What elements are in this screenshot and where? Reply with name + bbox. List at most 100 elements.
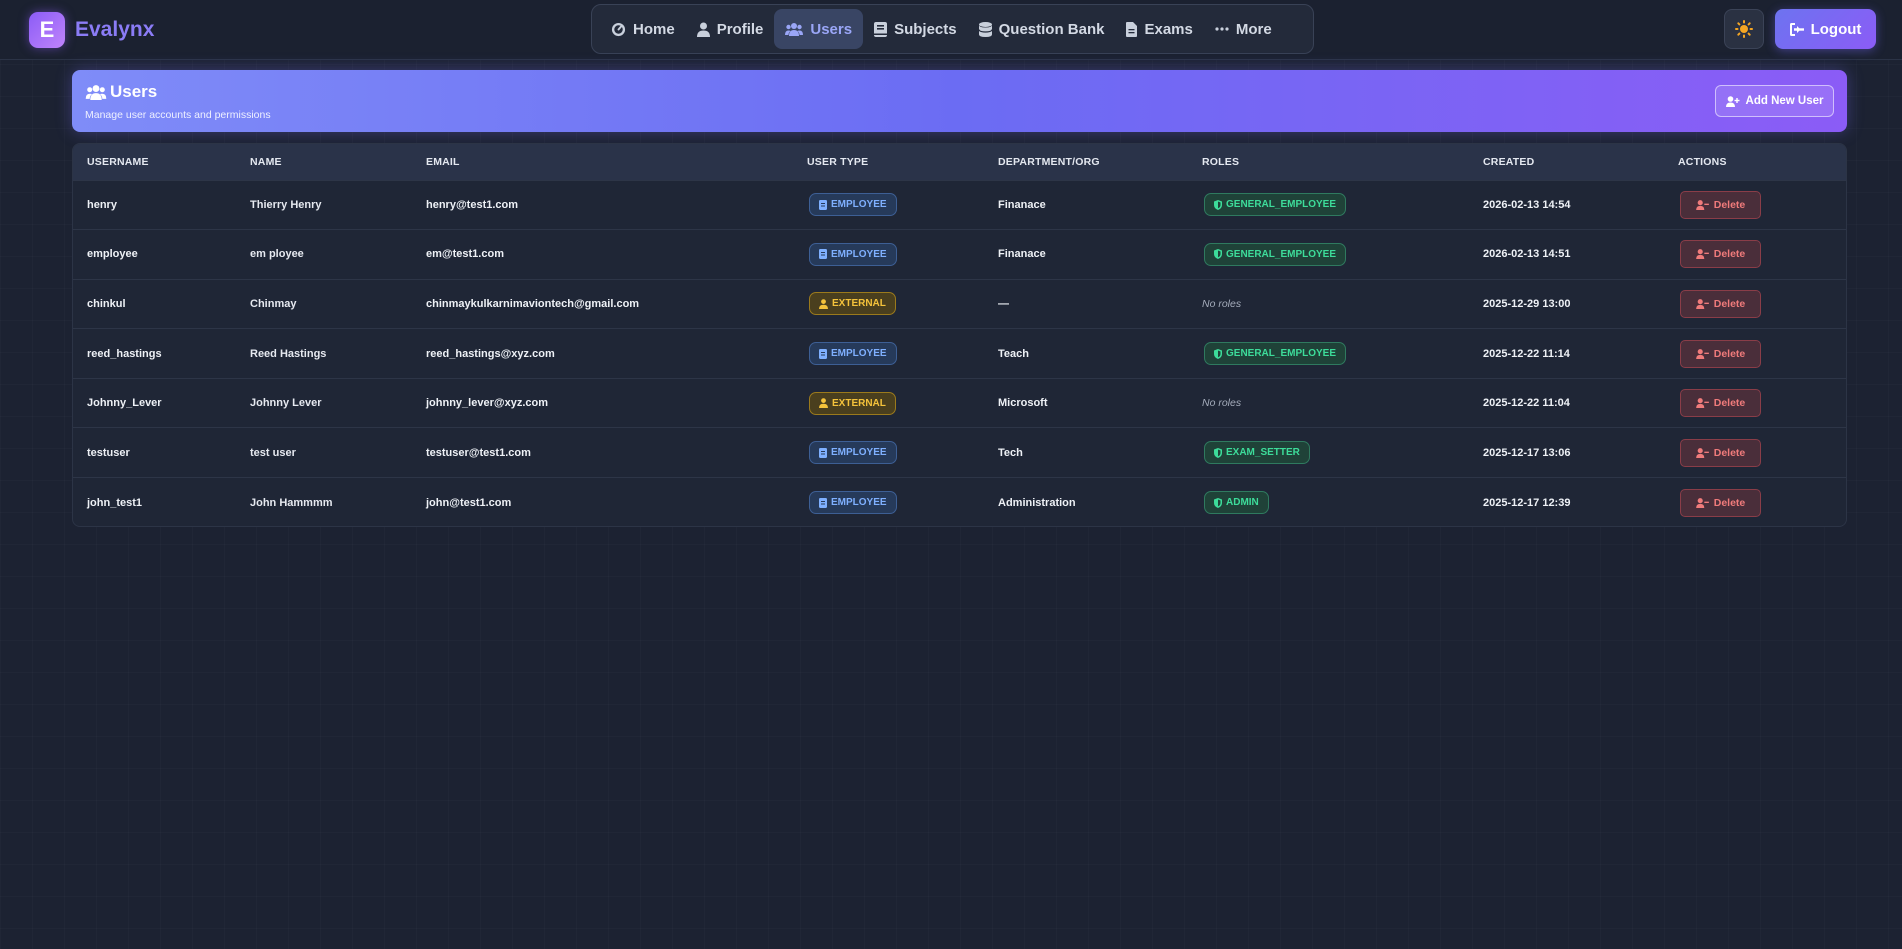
cell-name: Thierry Henry <box>250 198 322 211</box>
cell-created: 2025-12-17 12:39 <box>1483 496 1571 509</box>
delete-user-button[interactable]: Delete <box>1680 190 1761 219</box>
cell-actions: Delete <box>1664 230 1846 280</box>
role-badge: EXAM_SETTER <box>1204 441 1310 465</box>
id-card-icon <box>819 249 827 260</box>
user-minus-icon <box>1695 249 1709 260</box>
person-icon <box>819 398 828 409</box>
cell-email: em@test1.com <box>426 248 504 261</box>
book-icon <box>874 21 888 37</box>
delete-user-button[interactable]: Delete <box>1680 240 1761 269</box>
table-row[interactable]: john_test1 John Hammmm john@test1.com EM… <box>73 477 1846 526</box>
user-icon <box>696 22 710 37</box>
cell-department: Teach <box>998 347 1029 360</box>
cell-created: 2026-02-13 14:54 <box>1483 198 1571 211</box>
nav-item-label: Users <box>810 20 853 38</box>
table-row[interactable]: reed_hastings Reed Hastings reed_hasting… <box>73 328 1846 379</box>
user-minus-icon <box>1695 348 1709 359</box>
cell-email: reed_hastings@xyz.com <box>426 347 555 360</box>
top-navbar: E Evalynx Home Profile Users Subjects Qu… <box>0 0 1902 60</box>
cell-department: Finanace <box>998 248 1046 261</box>
cell-email: henry@test1.com <box>426 198 519 211</box>
cell-actions: Delete <box>1664 478 1846 526</box>
column-header-department[interactable]: Department/Org <box>984 144 1188 180</box>
column-header-created[interactable]: Created <box>1469 144 1664 180</box>
table-header-row: Username Name Email User Type Department… <box>73 144 1846 180</box>
table-row[interactable]: Johnny_Lever Johnny Lever johnny_lever@x… <box>73 378 1846 428</box>
shield-icon <box>1214 348 1222 359</box>
column-header-name[interactable]: Name <box>236 144 412 180</box>
cell-email: testuser@test1.com <box>426 446 531 459</box>
delete-user-button[interactable]: Delete <box>1680 289 1761 318</box>
cell-roles: ADMIN <box>1188 478 1469 526</box>
cell-user-type: EXTERNAL <box>793 378 984 428</box>
delete-label: Delete <box>1713 297 1746 310</box>
delete-label: Delete <box>1713 496 1746 509</box>
cell-roles: GENERAL_EMPLOYEE <box>1188 329 1469 379</box>
nav-item-profile[interactable]: Profile <box>686 9 775 49</box>
delete-label: Delete <box>1713 248 1746 261</box>
cell-actions: Delete <box>1664 378 1846 428</box>
logout-button[interactable]: Logout <box>1775 9 1876 49</box>
nav-item-exams[interactable]: Exams <box>1115 9 1203 49</box>
user-type-badge: EMPLOYEE <box>809 491 897 515</box>
nav-item-label: Exams <box>1144 20 1193 38</box>
nav-item-more[interactable]: More <box>1204 9 1283 49</box>
brand[interactable]: E Evalynx <box>29 12 154 48</box>
cell-roles: GENERAL_EMPLOYEE <box>1188 230 1469 280</box>
delete-user-button[interactable]: Delete <box>1680 389 1761 418</box>
cell-roles: No roles <box>1188 378 1469 428</box>
cell-department: Microsoft <box>998 397 1048 410</box>
gauge-icon <box>611 22 626 36</box>
nav-item-users[interactable]: Users <box>774 9 864 49</box>
nav-item-subjects[interactable]: Subjects <box>863 9 968 49</box>
cell-actions: Delete <box>1664 279 1846 329</box>
cell-email: chinmaykulkarnimaviontech@gmail.com <box>426 297 640 310</box>
theme-toggle-button[interactable] <box>1724 9 1764 49</box>
table-row[interactable]: henry Thierry Henry henry@test1.com EMPL… <box>73 180 1846 230</box>
cell-roles: EXAM_SETTER <box>1188 428 1469 478</box>
cell-email: john@test1.com <box>426 496 512 509</box>
shield-icon <box>1214 249 1222 260</box>
nav-item-label: Subjects <box>894 20 957 38</box>
person-icon <box>819 299 828 309</box>
brand-name: Evalynx <box>75 18 155 41</box>
column-header-user-type[interactable]: User Type <box>793 144 984 180</box>
nav-item-label: Question Bank <box>998 20 1105 38</box>
nav-item-question-bank[interactable]: Question Bank <box>968 9 1116 49</box>
cell-roles: GENERAL_EMPLOYEE <box>1188 180 1469 230</box>
delete-user-button[interactable]: Delete <box>1680 488 1761 517</box>
add-user-button[interactable]: Add New User <box>1715 85 1834 117</box>
table-row[interactable]: chinkul Chinmay chinmaykulkarnimaviontec… <box>73 279 1846 329</box>
column-header-username[interactable]: Username <box>73 144 236 180</box>
delete-user-button[interactable]: Delete <box>1680 339 1761 368</box>
delete-user-button[interactable]: Delete <box>1680 438 1761 467</box>
shield-icon <box>1214 447 1222 458</box>
cell-department: Tech <box>998 446 1023 459</box>
logout-label: Logout <box>1810 20 1862 38</box>
cell-email: johnny_lever@xyz.com <box>426 397 548 410</box>
table-row[interactable]: testuser test user testuser@test1.com EM… <box>73 427 1846 478</box>
nav-item-home[interactable]: Home <box>600 9 686 49</box>
page-header: Users Manage user accounts and permissio… <box>72 70 1847 132</box>
cell-department: Finanace <box>998 198 1046 211</box>
page-subtitle: Manage user accounts and permissions <box>85 109 271 121</box>
add-user-label: Add New User <box>1745 95 1824 107</box>
cell-created: 2025-12-22 11:14 <box>1483 347 1570 360</box>
user-type-badge: EXTERNAL <box>809 292 896 316</box>
table-body: henry Thierry Henry henry@test1.com EMPL… <box>73 180 1846 526</box>
column-header-roles[interactable]: Roles <box>1188 144 1469 180</box>
cell-user-type: EMPLOYEE <box>793 478 984 526</box>
cell-user-type: EMPLOYEE <box>793 428 984 478</box>
users-icon <box>785 23 804 36</box>
cell-name: em ployee <box>250 248 304 261</box>
logout-icon <box>1789 22 1804 36</box>
column-header-email[interactable]: Email <box>412 144 793 180</box>
delete-label: Delete <box>1713 446 1746 459</box>
user-type-badge: EMPLOYEE <box>809 193 897 217</box>
table-row[interactable]: employee em ployee em@test1.com EMPLOYEE… <box>73 229 1846 280</box>
cell-user-type: EMPLOYEE <box>793 329 984 379</box>
cell-department: Administration <box>998 496 1076 509</box>
no-roles-text: No roles <box>1202 297 1242 310</box>
user-plus-icon <box>1725 95 1740 107</box>
ellipsis-icon <box>1215 27 1229 31</box>
